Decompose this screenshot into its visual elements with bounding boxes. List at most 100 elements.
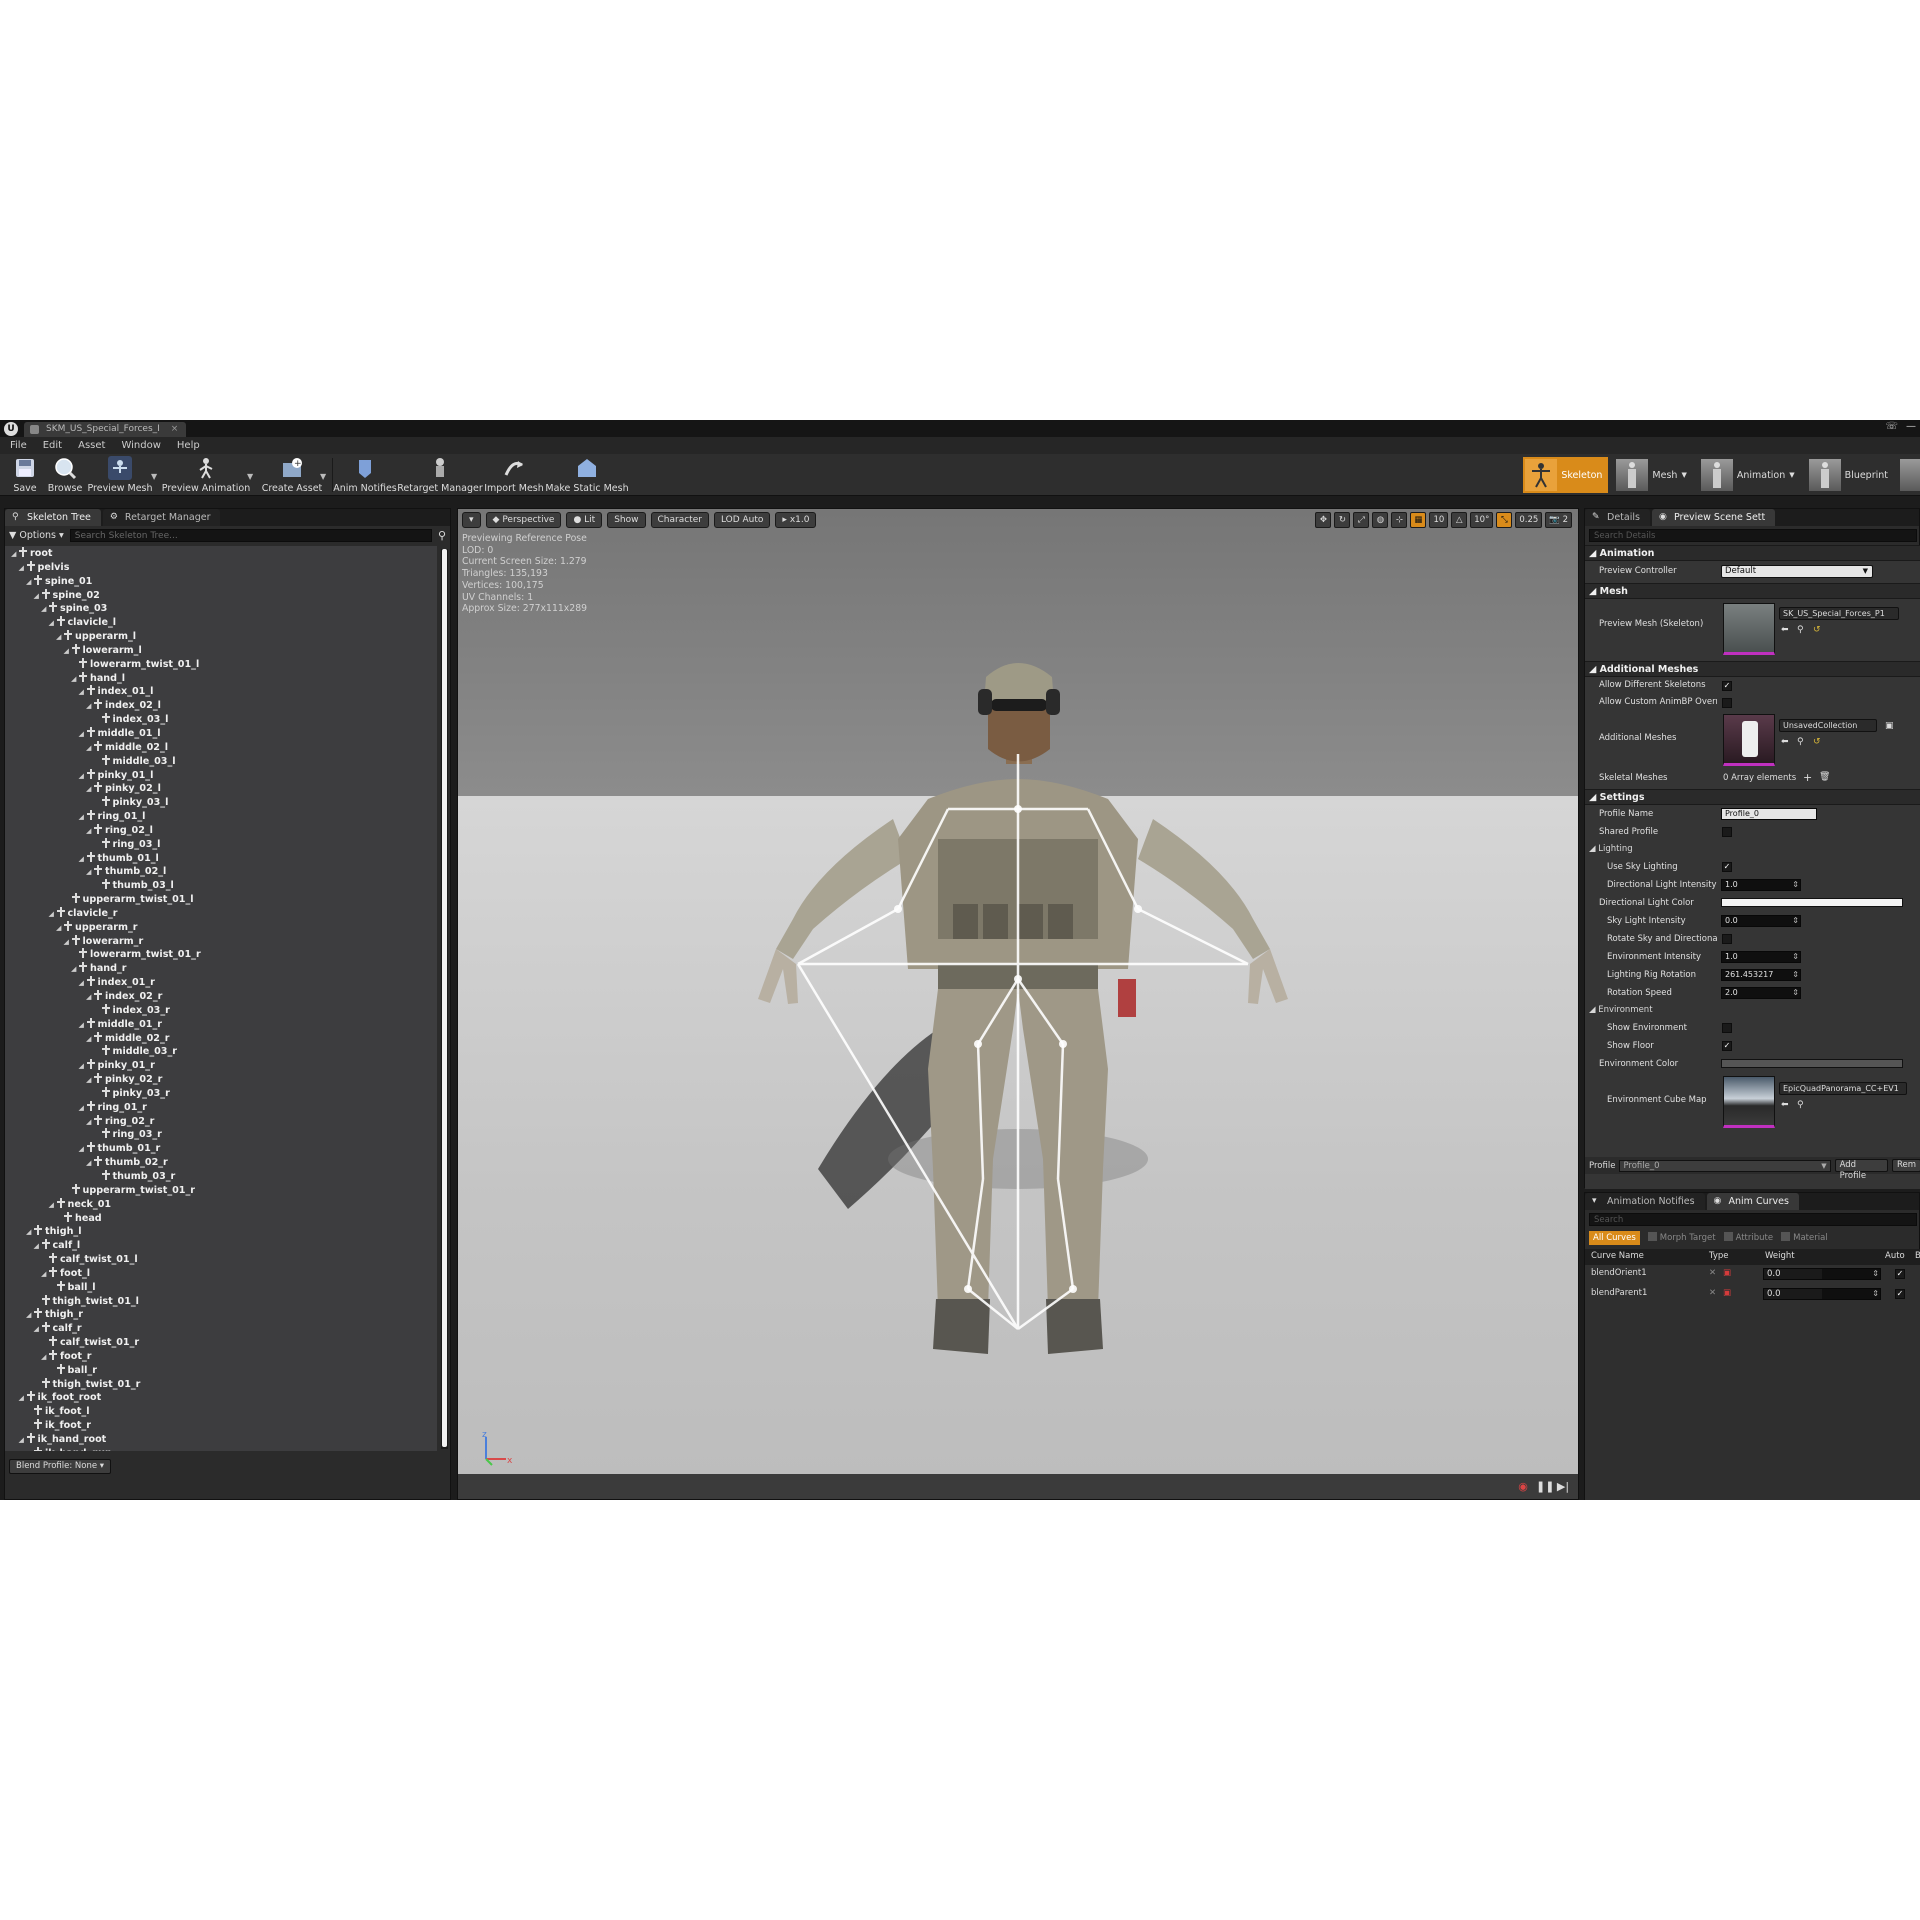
expand-arrow-icon[interactable]: ◢	[11, 548, 18, 562]
bone-row[interactable]: ◢ pinky_01_l	[5, 768, 437, 783]
bone-row[interactable]: ◢ hand_r	[5, 962, 437, 976]
directional-light-intensity-input[interactable]: 1.0 ⇕	[1721, 879, 1801, 891]
camera-speed-button[interactable]: 📷 2	[1545, 512, 1572, 528]
delete-elements-icon[interactable]: 🗑	[1819, 772, 1830, 782]
expand-arrow-icon[interactable]: ◢	[71, 963, 78, 977]
environment-intensity-input[interactable]: 1.0 ⇕	[1721, 951, 1801, 963]
expand-arrow-icon[interactable]: ◢	[19, 1392, 26, 1406]
category-settings[interactable]: ◢ Settings	[1585, 789, 1920, 805]
tree-scrollbar-thumb[interactable]	[442, 549, 447, 1447]
bone-row[interactable]: ◢ thumb_01_r	[5, 1142, 437, 1156]
save-collection-icon[interactable]: ▣	[1885, 721, 1894, 731]
pause-icon[interactable]: ❚❚	[1536, 1480, 1554, 1494]
bone-row[interactable]: ◢ upperarm_r	[5, 920, 437, 936]
expand-arrow-icon[interactable]: ◢	[86, 700, 93, 714]
bone-row[interactable]: head	[5, 1211, 437, 1226]
bone-row[interactable]: middle_03_r	[5, 1045, 437, 1059]
expand-arrow-icon[interactable]: ◢	[56, 922, 63, 936]
bone-row[interactable]: ◢ middle_01_l	[5, 726, 437, 742]
add-profile-button[interactable]: Add Profile	[1834, 1159, 1888, 1181]
tab-details[interactable]: ✎ Details	[1585, 509, 1650, 526]
expand-arrow-icon[interactable]: ◢	[79, 728, 86, 742]
expand-arrow-icon[interactable]: ◢	[41, 603, 48, 617]
bone-row[interactable]: ◢ clavicle_r	[5, 906, 437, 922]
curve-auto-checkbox[interactable]: ✓	[1895, 1269, 1905, 1279]
expand-arrow-icon[interactable]: ◢	[19, 1434, 26, 1448]
rotate-sky-checkbox[interactable]	[1722, 934, 1732, 944]
expand-arrow-icon[interactable]: ◢	[79, 686, 86, 700]
expand-arrow-icon[interactable]: ◢	[49, 1199, 56, 1213]
bone-row[interactable]: lowerarm_twist_01_r	[5, 948, 437, 962]
menu-asset[interactable]: Asset	[78, 440, 105, 451]
mode-blueprint[interactable]: Blueprint	[1807, 457, 1894, 493]
bone-row[interactable]: upperarm_twist_01_r	[5, 1183, 437, 1198]
bone-row[interactable]: ◢ foot_l	[5, 1266, 437, 1281]
mode-animation[interactable]: Animation ▼	[1699, 457, 1801, 493]
feedback-icon[interactable]: ☏	[1885, 421, 1898, 432]
expand-arrow-icon[interactable]: ◢	[34, 1240, 41, 1254]
bone-row[interactable]: ◢ pinky_02_l	[5, 782, 437, 796]
reset-icon[interactable]: ↺	[1813, 737, 1821, 747]
browse-asset-icon[interactable]: ⚲	[1797, 1100, 1804, 1110]
document-tab[interactable]: SKM_US_Special_Forces_I ×	[24, 422, 187, 437]
preview-viewport[interactable]: ▾ ◆ Perspective ● Lit Show Character LOD…	[457, 508, 1579, 1500]
curve-weight-input[interactable]: 0.0 ⇕	[1763, 1268, 1881, 1280]
expand-arrow-icon[interactable]: ◢	[49, 617, 56, 631]
delete-curve-icon[interactable]: ✕	[1709, 1288, 1716, 1298]
options-dropdown[interactable]: ▼ Options ▾	[9, 530, 64, 541]
expand-arrow-icon[interactable]: ◢	[34, 1323, 41, 1337]
bone-row[interactable]: ik_foot_l	[5, 1405, 437, 1419]
tab-retarget-manager[interactable]: ⚙ Retarget Manager	[102, 509, 221, 526]
bone-row[interactable]: ◢ ik_foot_root	[5, 1391, 437, 1405]
delete-curve-icon[interactable]: ✕	[1709, 1268, 1716, 1278]
bone-row[interactable]: ◢ spine_02	[5, 588, 437, 603]
bone-row[interactable]: ◢ ring_02_r	[5, 1114, 437, 1129]
bone-row[interactable]: ◢ foot_r	[5, 1349, 437, 1364]
grid-snap-icon[interactable]: ▦	[1410, 512, 1427, 528]
preview-mesh-caret-icon[interactable]: ▼	[151, 472, 157, 481]
bone-row[interactable]: ◢ hand_l	[5, 671, 437, 687]
expand-arrow-icon[interactable]: ◢	[64, 645, 71, 659]
expand-arrow-icon[interactable]: ◢	[49, 908, 56, 922]
bone-row[interactable]: ◢ ring_01_l	[5, 810, 437, 824]
expand-arrow-icon[interactable]: ◢	[26, 1309, 33, 1323]
bone-row[interactable]: index_03_l	[5, 713, 437, 727]
blend-profile-dropdown[interactable]: Blend Profile: None ▾	[9, 1459, 112, 1474]
preview-animation-button[interactable]: Preview Animation	[162, 456, 250, 494]
expand-arrow-icon[interactable]: ◢	[86, 1074, 93, 1088]
expand-arrow-icon[interactable]: ◢	[19, 562, 26, 576]
bone-row[interactable]: pinky_03_r	[5, 1086, 437, 1101]
retarget-manager-button[interactable]: Retarget Manager	[397, 456, 483, 494]
subcategory-environment[interactable]: ◢ Environment	[1585, 1002, 1920, 1018]
menu-window[interactable]: Window	[121, 440, 160, 451]
expand-arrow-icon[interactable]: ◢	[71, 673, 78, 687]
bone-row[interactable]: thigh_twist_01_l	[5, 1294, 437, 1309]
scale-snap-value[interactable]: 0.25	[1515, 512, 1543, 528]
lit-button[interactable]: ● Lit	[566, 512, 603, 528]
bone-row[interactable]: ◢ root	[5, 547, 437, 561]
filter-material[interactable]: Material	[1781, 1232, 1828, 1243]
reset-icon[interactable]: ↺	[1813, 625, 1821, 635]
subcategory-lighting[interactable]: ◢ Lighting	[1585, 841, 1920, 857]
tab-preview-scene-settings[interactable]: ◉ Preview Scene Sett	[1651, 509, 1776, 526]
skeleton-search-input[interactable]: Search Skeleton Tree...	[69, 528, 432, 542]
expand-arrow-icon[interactable]: ◢	[79, 1102, 86, 1116]
bone-row[interactable]: ◢ pinky_02_r	[5, 1073, 437, 1087]
mode-physics-partial[interactable]	[1900, 459, 1920, 491]
bone-row[interactable]: ◢ spine_01	[5, 574, 437, 590]
bone-row[interactable]: ring_03_r	[5, 1128, 437, 1142]
bone-row[interactable]: ◢ pelvis	[5, 560, 437, 576]
browse-asset-icon[interactable]: ⚲	[1797, 625, 1804, 635]
expand-arrow-icon[interactable]: ◢	[26, 576, 33, 590]
import-mesh-button[interactable]: Import Mesh	[484, 456, 544, 494]
expand-arrow-icon[interactable]: ◢	[26, 1226, 33, 1240]
filter-morph-target[interactable]: Morph Target	[1647, 1232, 1716, 1243]
preview-mesh-button[interactable]: Preview Mesh	[88, 456, 153, 494]
bone-row[interactable]: ◢ thumb_02_r	[5, 1156, 437, 1170]
bone-row[interactable]: calf_twist_01_l	[5, 1253, 437, 1267]
add-element-icon[interactable]: +	[1803, 771, 1812, 784]
bone-row[interactable]: ◢ middle_02_r	[5, 1031, 437, 1046]
cube-map-thumbnail[interactable]	[1723, 1076, 1775, 1128]
allow-custom-animbp-checkbox[interactable]	[1722, 698, 1732, 708]
bone-row[interactable]: thumb_03_l	[5, 879, 437, 893]
